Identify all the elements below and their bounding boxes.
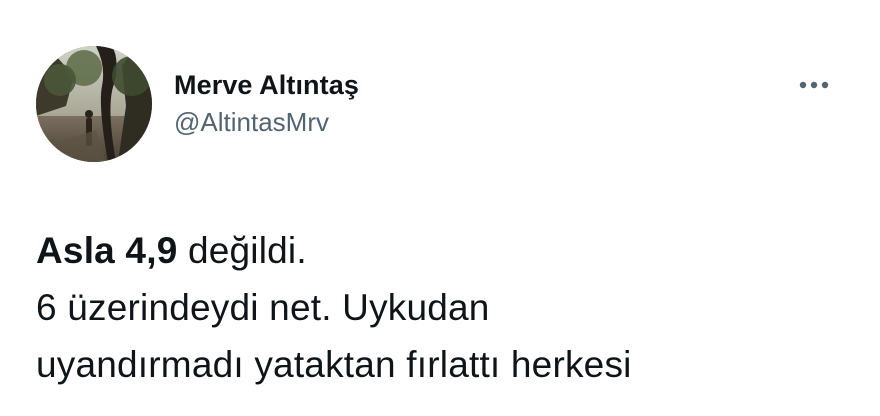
avatar[interactable]: [36, 46, 152, 162]
tweet-text-line-3: uyandırmadı yataktan fırlattı herkesi: [36, 344, 632, 385]
author-display-name[interactable]: Merve Altıntaş: [174, 68, 359, 102]
tweet-text-line-1-rest: değildi.: [177, 230, 307, 271]
more-horizontal-icon: [799, 81, 829, 89]
tweet-card: Merve Altıntaş @AltintasMrv Asla 4,9 değ…: [0, 0, 880, 416]
more-options-button[interactable]: [794, 70, 834, 100]
author-handle[interactable]: @AltintasMrv: [174, 106, 359, 138]
author-block: Merve Altıntaş @AltintasMrv: [174, 68, 359, 138]
avatar-photo-icon: [36, 46, 152, 162]
tweet-text-bold: Asla 4,9: [36, 230, 178, 271]
tweet-text-line-1: Asla 4,9 değildi.: [36, 222, 856, 279]
tweet-text: Asla 4,9 değildi. 6 üzerindeydi net. Uyk…: [36, 222, 856, 393]
tweet-text-line-2: 6 üzerindeydi net. Uykudan: [36, 287, 490, 328]
